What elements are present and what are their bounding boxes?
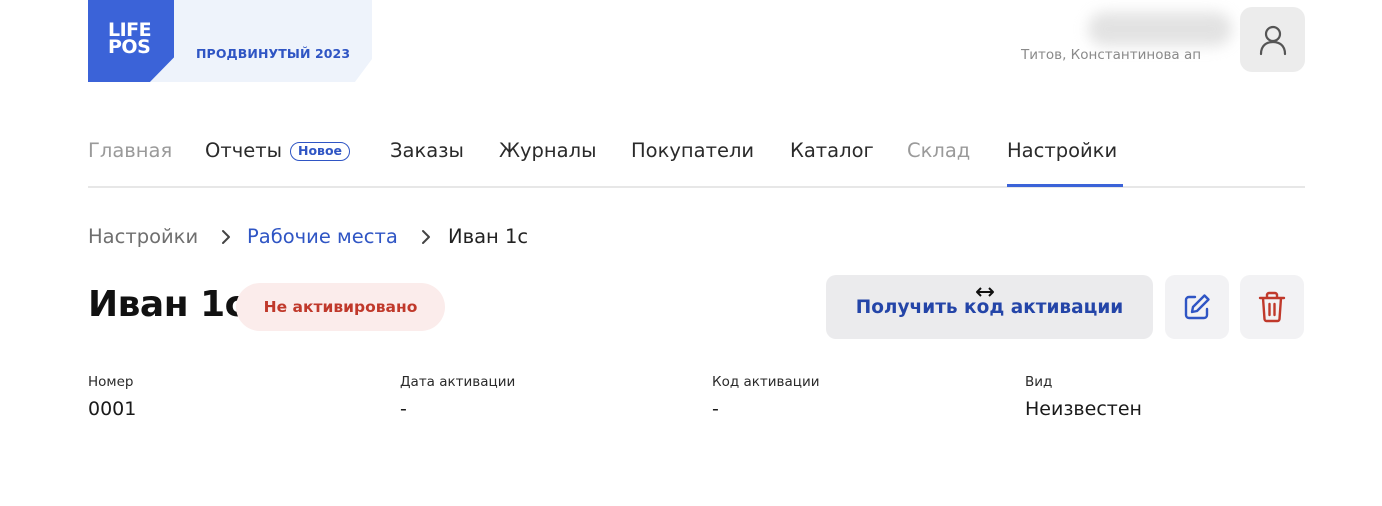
status-badge: Не активировано: [236, 283, 445, 331]
nav-item-reports-label: Отчеты: [205, 139, 282, 162]
field-label-activation-date: Дата активации: [400, 374, 516, 390]
logo-block[interactable]: LIFE POS ПРОДВИНУТЫЙ 2023: [88, 0, 372, 82]
trash-icon: [1258, 291, 1286, 323]
lifepos-logo: LIFE POS: [88, 0, 174, 82]
field-value-number: 0001: [88, 398, 137, 420]
active-tab-indicator: [1007, 184, 1123, 187]
edit-icon: [1184, 294, 1210, 320]
nav-item-warehouse[interactable]: Склад: [907, 139, 970, 162]
resize-horizontal-cursor-icon: [976, 287, 994, 297]
nav-item-orders[interactable]: Заказы: [390, 139, 464, 162]
nav-item-home[interactable]: Главная: [88, 139, 172, 162]
user-icon: [1259, 25, 1286, 55]
breadcrumb-workplaces[interactable]: Рабочие места: [247, 225, 398, 248]
chevron-right-icon: [222, 230, 230, 244]
field-value-type: Неизвестен: [1025, 398, 1142, 420]
field-value-activation-date: -: [400, 398, 407, 420]
breadcrumb-settings[interactable]: Настройки: [88, 225, 198, 248]
delete-button[interactable]: [1240, 275, 1304, 339]
nav-item-settings[interactable]: Настройки: [1007, 139, 1117, 162]
redacted-blur: [1088, 12, 1232, 46]
chevron-right-icon: [422, 230, 430, 244]
new-badge: Новое: [289, 142, 351, 161]
field-label-activation-code: Код активации: [712, 374, 820, 390]
page-title: Иван 1с: [88, 284, 246, 325]
plan-label: ПРОДВИНУТЫЙ 2023: [196, 46, 351, 61]
main-nav: Главная Отчеты Новое Заказы Журналы Покуп…: [88, 134, 1305, 188]
logo-text-line2: POS: [108, 36, 151, 58]
nav-item-journals[interactable]: Журналы: [499, 139, 596, 162]
field-label-number: Номер: [88, 374, 134, 390]
field-label-type: Вид: [1025, 374, 1053, 390]
nav-item-catalog[interactable]: Каталог: [790, 139, 874, 162]
user-name[interactable]: Титов, Константинова ап: [1021, 47, 1221, 63]
nav-item-customers[interactable]: Покупатели: [631, 139, 754, 162]
field-value-activation-code: -: [712, 398, 719, 420]
user-menu-button[interactable]: [1240, 7, 1305, 72]
nav-item-reports[interactable]: Отчеты Новое: [205, 139, 351, 162]
edit-button[interactable]: [1165, 275, 1229, 339]
breadcrumb-current: Иван 1с: [448, 225, 529, 248]
